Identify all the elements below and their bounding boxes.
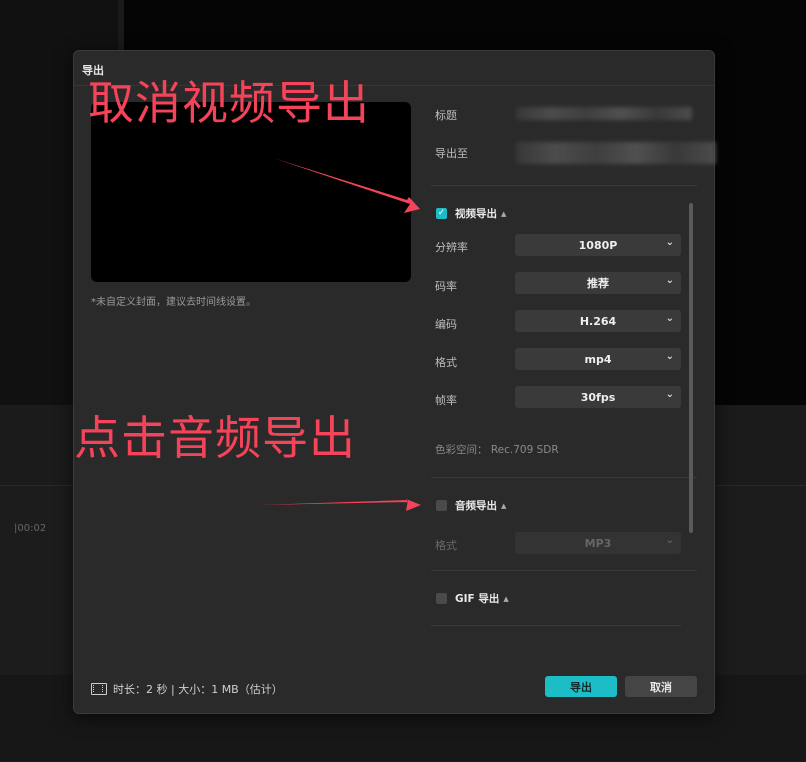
annotation-arrows [260, 158, 421, 511]
arrow-to-video-checkbox [273, 158, 420, 213]
arrow-to-audio-checkbox [260, 499, 421, 511]
